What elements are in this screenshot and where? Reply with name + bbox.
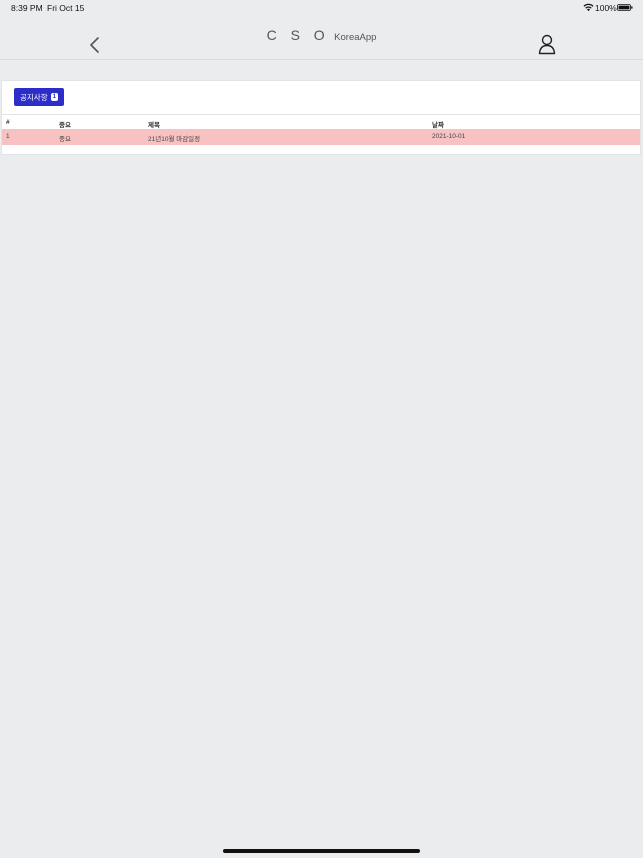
header-title: 제목	[148, 122, 160, 129]
row-number: 1	[6, 133, 10, 140]
notice-button-label: 공지사항	[20, 92, 48, 102]
header-number: #	[6, 119, 10, 126]
row-date: 2021-10-01	[432, 133, 466, 140]
battery-icon	[617, 4, 633, 11]
home-indicator[interactable]	[223, 849, 420, 853]
table-row[interactable]: 1 중요 21년10월 마감일정 2021-10-01	[2, 129, 640, 145]
nav-bar: C S O KoreaApp	[0, 16, 643, 60]
notice-count-badge: 1	[50, 93, 58, 101]
status-date: Fri Oct 15	[47, 3, 85, 13]
battery-percent: 100%	[595, 3, 617, 13]
header-importance: 중요	[59, 122, 71, 129]
notice-button[interactable]: 공지사항 1	[14, 88, 64, 106]
row-title[interactable]: 21년10월 마감일정	[148, 133, 200, 143]
table-header-row: # 중요 제목 날짜	[2, 114, 640, 130]
user-profile-icon[interactable]	[537, 33, 557, 55]
header-date: 날짜	[432, 122, 444, 129]
app-brand: C S O	[266, 27, 330, 43]
notice-card: 공지사항 1 # 중요 제목 날짜 1 중요 21년10월 마감일정 2021-…	[1, 80, 641, 155]
wifi-icon	[583, 3, 594, 12]
status-time: 8:39 PM	[11, 3, 43, 13]
row-importance: 중요	[59, 136, 71, 143]
status-bar: 8:39 PM Fri Oct 15 100%	[0, 0, 643, 16]
app-subtitle: KoreaApp	[334, 32, 377, 43]
